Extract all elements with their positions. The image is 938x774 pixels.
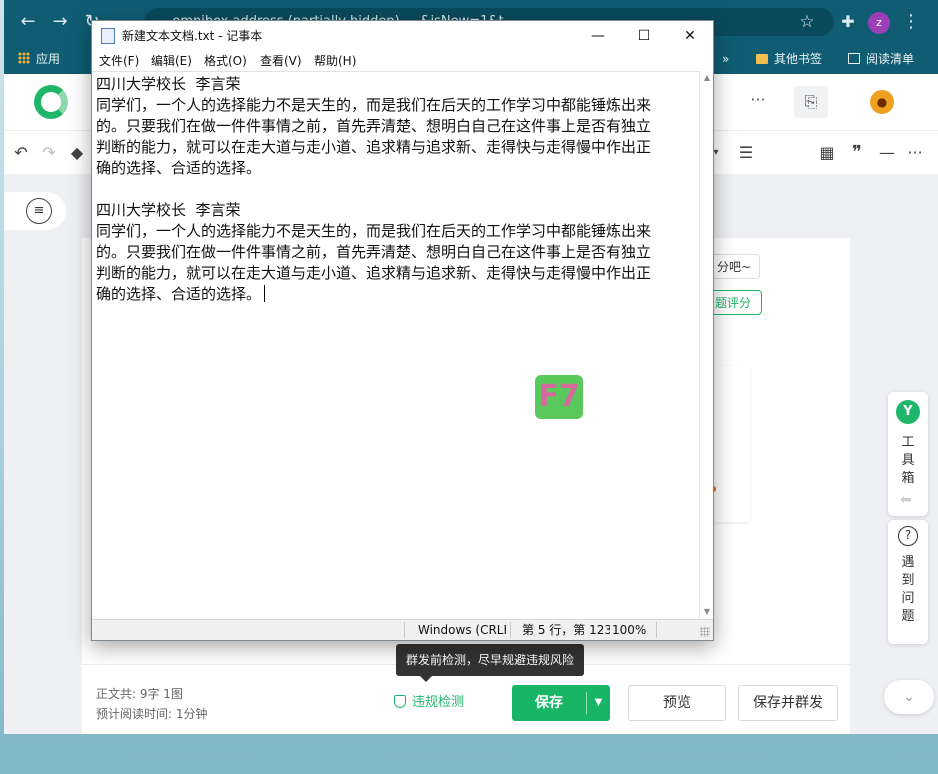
notepad-text-area[interactable]: 四川大学校长 李言荣 同学们，一个人的选择能力不是天生的，而是我们在后天的工作学… xyxy=(92,71,699,619)
menu-view[interactable]: 查看(V) xyxy=(260,51,302,71)
compliance-tooltip: 群发前检测，尽早规避违规风险 xyxy=(396,644,585,682)
bookmarks-overflow[interactable]: » xyxy=(722,44,729,74)
text-heading: 四川大学校长 李言荣 xyxy=(96,201,241,219)
bookmark-other-label: 其他书签 xyxy=(774,52,823,66)
shield-icon xyxy=(394,695,406,708)
bullet-list-icon[interactable]: ☰ xyxy=(732,141,760,165)
close-icon[interactable]: ✕ xyxy=(667,21,713,51)
redo-icon[interactable]: ↷ xyxy=(38,141,60,165)
help-char: 题 xyxy=(901,609,915,624)
side-card xyxy=(712,366,750,522)
undo-icon[interactable]: ↶ xyxy=(10,141,32,165)
help-char: 到 xyxy=(901,573,915,588)
save-dropdown-icon[interactable]: ▼ xyxy=(587,685,610,721)
table-icon[interactable]: ▦ xyxy=(816,141,838,165)
save-button[interactable]: 保存 ▼ xyxy=(512,685,610,721)
help-char: 遇 xyxy=(901,555,915,570)
arrow-left-icon: ⬅ xyxy=(900,492,912,508)
save-and-publish-button[interactable]: 保存并群发 xyxy=(738,685,838,721)
save-label: 保存 xyxy=(535,695,563,711)
format-brush-icon[interactable]: ◆ xyxy=(66,141,88,165)
scroll-down-icon[interactable]: ▼ xyxy=(700,605,714,619)
text-heading: 四川大学校长 李言荣 xyxy=(96,75,241,93)
vertical-scrollbar[interactable]: ▲ ▼ xyxy=(699,71,713,619)
quote-icon[interactable]: ❞ xyxy=(846,141,868,165)
status-separator xyxy=(510,622,511,638)
notepad-window[interactable]: 新建文本文档.txt - 记事本 — ☐ ✕ 文件(F) 编辑(E) 格式(O)… xyxy=(91,20,714,641)
menu-edit[interactable]: 编辑(E) xyxy=(151,51,192,71)
resize-grip[interactable] xyxy=(700,627,710,637)
help-icon: ? xyxy=(898,526,918,546)
more-icon[interactable]: ··· xyxy=(746,90,770,114)
preview-button[interactable]: 预览 xyxy=(628,685,726,721)
extensions-icon[interactable]: ✚ xyxy=(836,10,860,34)
help-char: 问 xyxy=(901,591,915,606)
apps-grid-icon xyxy=(18,52,30,64)
bookmark-other[interactable]: 其他书签 xyxy=(756,44,822,74)
bookmark-reading-list-label: 阅读清单 xyxy=(866,52,915,66)
text-line: 确的选择、合适的选择。 xyxy=(96,285,262,303)
text-line: 确的选择、合适的选择。 xyxy=(96,159,262,177)
text-blank-line xyxy=(96,179,695,200)
minimize-icon[interactable]: — xyxy=(575,21,621,51)
menu-file[interactable]: 文件(F) xyxy=(99,51,139,71)
word-count: 正文共: 9字 1图 xyxy=(96,687,183,701)
compliance-check-link[interactable]: 违规检测 xyxy=(394,691,464,710)
bookmark-reading-list[interactable]: 阅读清单 xyxy=(848,44,914,74)
notepad-menubar: 文件(F) 编辑(E) 格式(O) 查看(V) 帮助(H) xyxy=(92,51,713,71)
document-icon[interactable]: ⎘ xyxy=(794,86,828,118)
user-avatar[interactable]: ● xyxy=(870,90,894,114)
back-icon[interactable]: ← xyxy=(16,10,40,34)
text-caret xyxy=(264,285,266,302)
reading-list-icon xyxy=(848,53,860,64)
toolbox-panel[interactable]: Y 工 具 箱 ⬅ xyxy=(888,392,928,516)
status-zoom: 100% xyxy=(612,623,647,637)
divider-icon[interactable]: — xyxy=(876,141,898,165)
toolbox-char: 具 xyxy=(901,453,915,468)
text-last-line-wrap: 确的选择、合适的选择。 xyxy=(96,284,695,305)
text-line: 判断的能力，就可以在走大道与走小道、追求精与追求新、走得快与走得慢中作出正 xyxy=(96,138,652,156)
tooltip-arrow xyxy=(420,676,432,682)
status-cursor-position: 第 5 行，第 123 列 xyxy=(522,623,610,637)
compliance-label: 违规检测 xyxy=(412,695,465,710)
text-line: 同学们，一个人的选择能力不是天生的，而是我们在后天的工作学习中都能锤炼出来 xyxy=(96,222,652,240)
status-line-ending: Windows (CRLF) xyxy=(418,623,506,637)
outline-icon[interactable]: ≡ xyxy=(26,198,52,224)
scroll-up-icon[interactable]: ▲ xyxy=(700,71,714,85)
status-separator xyxy=(404,622,405,638)
toolbox-char: 箱 xyxy=(901,471,915,486)
notepad-app-icon xyxy=(101,28,115,44)
browser-menu-icon[interactable]: ⋮ xyxy=(902,10,920,34)
help-panel[interactable]: ? 遇 到 问 题 xyxy=(888,520,928,644)
key-badge: F7 xyxy=(535,375,583,419)
notepad-titlebar[interactable]: 新建文本文档.txt - 记事本 — ☐ ✕ xyxy=(92,21,713,51)
chevron-down-icon[interactable]: ⌄ xyxy=(884,680,934,714)
tooltip-text: 群发前检测，尽早规避违规风险 xyxy=(406,653,575,667)
profile-avatar[interactable]: z xyxy=(868,12,890,34)
forward-icon[interactable]: → xyxy=(48,10,72,34)
window-title: 新建文本文档.txt - 记事本 xyxy=(122,29,263,43)
text-line: 同学们，一个人的选择能力不是天生的，而是我们在后天的工作学习中都能锤炼出来 xyxy=(96,96,652,114)
menu-help[interactable]: 帮助(H) xyxy=(314,51,356,71)
bookmark-apps-label: 应用 xyxy=(36,52,61,66)
folder-icon xyxy=(756,54,768,64)
toolbox-char: 工 xyxy=(901,435,915,450)
text-line: 的。只要我们在做一件件事情之前，首先弄清楚、想明白自己在这件事上是否有独立 xyxy=(96,117,652,135)
site-logo[interactable] xyxy=(34,85,68,119)
suggest-bubble: 分吧~ xyxy=(708,254,761,279)
text-line: 的。只要我们在做一件件事情之前，首先弄清楚、想明白自己在这件事上是否有独立 xyxy=(96,243,652,261)
bookmark-star-icon[interactable]: ☆ xyxy=(796,8,818,36)
status-separator xyxy=(656,622,657,638)
text-line: 判断的能力，就可以在走大道与走小道、追求精与追求新、走得快与走得慢中作出正 xyxy=(96,264,652,282)
read-time: 预计阅读时间: 1分钟 xyxy=(96,707,208,721)
toolbox-logo-icon: Y xyxy=(896,400,920,424)
maximize-icon[interactable]: ☐ xyxy=(621,21,667,51)
more-tools-icon[interactable]: ··· xyxy=(904,141,926,165)
menu-format[interactable]: 格式(O) xyxy=(204,51,247,71)
bookmark-apps[interactable]: 应用 xyxy=(18,44,60,74)
notepad-statusbar: Windows (CRLF) 第 5 行，第 123 列 100% xyxy=(92,619,713,640)
